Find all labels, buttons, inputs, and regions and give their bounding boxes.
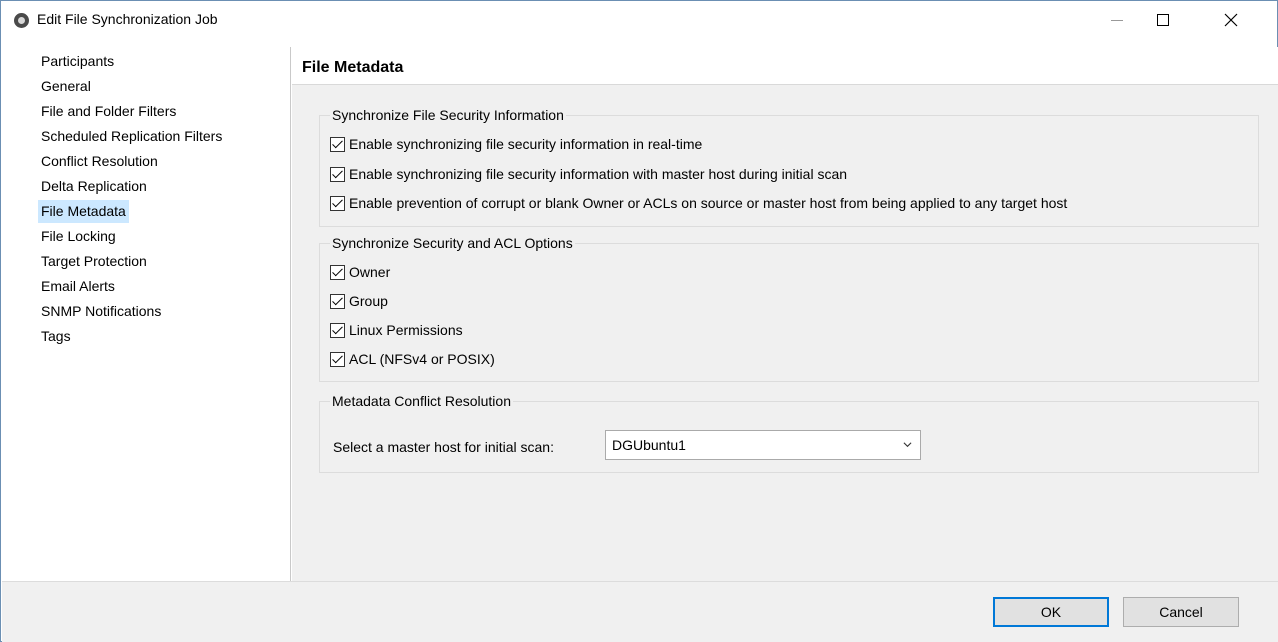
group-option[interactable]: Group (330, 291, 388, 311)
page-title: File Metadata (302, 59, 404, 76)
initial-scan-security-option[interactable]: Enable synchronizing file security infor… (330, 164, 847, 184)
prevent-corrupt-acl-checkbox[interactable] (330, 195, 345, 211)
acl-nfsv4-posix-option[interactable]: ACL (NFSv4 or POSIX) (330, 349, 495, 369)
title-bar: Edit File Synchronization Job (1, 1, 1277, 39)
security-info-group: Synchronize File Security Information En… (319, 106, 1259, 227)
sidebar-nav: Participants General File and Folder Fil… (2, 47, 291, 581)
dialog-window: Edit File Synchronization Job Participan… (0, 0, 1278, 642)
minimize-button[interactable] (1094, 1, 1140, 39)
app-icon (14, 13, 29, 28)
sidebar-item-scheduled-replication-filters[interactable]: Scheduled Replication Filters (38, 125, 225, 148)
sidebar-item-target-protection[interactable]: Target Protection (38, 250, 150, 273)
minimize-icon (1111, 19, 1123, 21)
acl-options-legend: Synchronize Security and ACL Options (330, 234, 575, 252)
owner-option[interactable]: Owner (330, 262, 390, 282)
acl-nfsv4-posix-checkbox[interactable] (330, 351, 345, 367)
main-header: File Metadata (292, 47, 1278, 85)
initial-scan-security-label: Enable synchronizing file security infor… (349, 166, 848, 182)
linux-permissions-label: Linux Permissions (349, 322, 463, 338)
sidebar-item-file-metadata[interactable]: File Metadata (38, 200, 129, 223)
security-info-legend: Synchronize File Security Information (330, 106, 566, 124)
group-label: Group (349, 293, 388, 309)
initial-scan-security-checkbox[interactable] (330, 166, 345, 182)
sidebar-item-file-folder-filters[interactable]: File and Folder Filters (38, 100, 179, 123)
sidebar-item-file-locking[interactable]: File Locking (38, 225, 119, 248)
owner-label: Owner (349, 264, 391, 280)
linux-permissions-option[interactable]: Linux Permissions (330, 320, 463, 340)
sidebar-item-email-alerts[interactable]: Email Alerts (38, 275, 118, 298)
close-icon (1224, 13, 1238, 27)
sidebar-item-tags[interactable]: Tags (38, 325, 74, 348)
sidebar-item-delta-replication[interactable]: Delta Replication (38, 175, 150, 198)
metadata-conflict-legend: Metadata Conflict Resolution (330, 392, 513, 410)
maximize-icon (1157, 14, 1169, 26)
metadata-conflict-group: Metadata Conflict Resolution Select a ma… (319, 392, 1259, 473)
window-title: Edit File Synchronization Job (37, 11, 218, 27)
cancel-button[interactable]: Cancel (1123, 597, 1239, 627)
ok-button[interactable]: OK (993, 597, 1109, 627)
acl-options-group: Synchronize Security and ACL Options Own… (319, 234, 1259, 382)
acl-nfsv4-posix-label: ACL (NFSv4 or POSIX) (349, 351, 495, 367)
realtime-security-label: Enable synchronizing file security infor… (349, 136, 703, 152)
main-panel: File Metadata Synchronize File Security … (292, 47, 1278, 581)
dialog-footer: OK Cancel (2, 581, 1278, 642)
maximize-button[interactable] (1140, 1, 1186, 39)
group-checkbox[interactable] (330, 293, 345, 309)
linux-permissions-checkbox[interactable] (330, 322, 345, 338)
master-host-value: DGUbuntu1 (612, 437, 686, 453)
sidebar-item-general[interactable]: General (38, 75, 94, 98)
sidebar-item-conflict-resolution[interactable]: Conflict Resolution (38, 150, 161, 173)
prevent-corrupt-acl-label: Enable prevention of corrupt or blank Ow… (349, 195, 1068, 211)
sidebar-item-participants[interactable]: Participants (38, 50, 117, 73)
prevent-corrupt-acl-option[interactable]: Enable prevention of corrupt or blank Ow… (330, 193, 1067, 213)
master-host-label: Select a master host for initial scan: (333, 439, 554, 455)
master-host-select[interactable]: DGUbuntu1 (605, 430, 921, 460)
sidebar-item-snmp-notifications[interactable]: SNMP Notifications (38, 300, 164, 323)
chevron-down-icon (903, 442, 912, 448)
realtime-security-checkbox[interactable] (330, 136, 345, 152)
owner-checkbox[interactable] (330, 264, 345, 280)
close-button[interactable] (1208, 1, 1254, 39)
realtime-security-option[interactable]: Enable synchronizing file security infor… (330, 134, 702, 154)
